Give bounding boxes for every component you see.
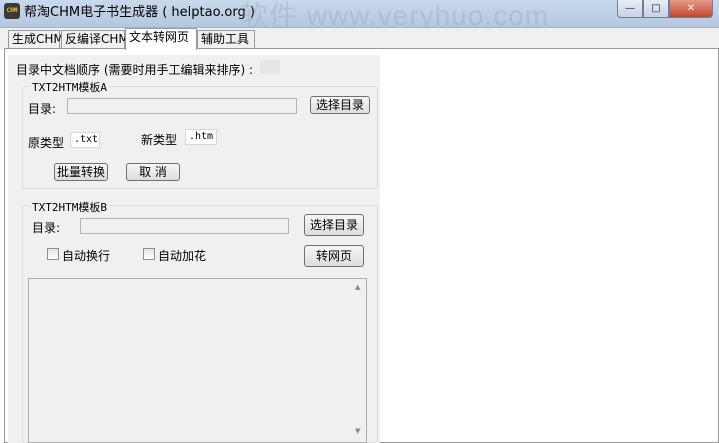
order-indicator bbox=[260, 60, 280, 74]
template-b-choose-dir-button[interactable]: 选择目录 bbox=[304, 214, 364, 236]
close-button[interactable]: ✕ bbox=[669, 0, 713, 18]
order-label: 目录中文档顺序 (需要时用手工编辑来排序) : bbox=[16, 63, 254, 77]
title-bar: CHM 帮淘CHM电子书生成器 ( helptao.org ) 软件 www.v… bbox=[0, 0, 719, 31]
tab-tools[interactable]: 辅助工具 bbox=[197, 30, 255, 49]
tab-generate-chm[interactable]: 生成CHM bbox=[8, 30, 64, 49]
cancel-button[interactable]: 取 消 bbox=[126, 163, 180, 181]
text-output-area[interactable] bbox=[28, 278, 367, 443]
template-a-dir-input[interactable] bbox=[67, 98, 297, 114]
maximize-button[interactable]: □ bbox=[643, 0, 669, 18]
source-type-input[interactable]: .txt bbox=[70, 132, 100, 148]
tab-bar: 生成CHM 反编译CHM 文本转网页 辅助工具 bbox=[0, 28, 719, 50]
auto-wrap-checkbox[interactable] bbox=[47, 248, 59, 260]
batch-convert-button[interactable]: 批量转换 bbox=[54, 163, 108, 181]
window-controls: — □ ✕ bbox=[617, 0, 713, 18]
vertical-scrollbar[interactable]: ▲ ▼ bbox=[351, 279, 366, 442]
template-b-dir-label: 目录: bbox=[32, 221, 61, 235]
auto-wrap-label: 自动换行 bbox=[62, 249, 111, 263]
template-a-choose-dir-button[interactable]: 选择目录 bbox=[310, 96, 370, 114]
convert-to-web-button[interactable]: 转网页 bbox=[304, 245, 364, 267]
template-b-dir-input[interactable] bbox=[80, 218, 289, 234]
app-icon: CHM bbox=[4, 3, 20, 19]
tab-text-to-web[interactable]: 文本转网页 bbox=[125, 28, 197, 50]
auto-flower-label: 自动加花 bbox=[158, 249, 207, 263]
minimize-icon: — bbox=[625, 3, 635, 14]
maximize-icon: □ bbox=[651, 3, 661, 14]
template-a-title: TXT2HTM模板A bbox=[30, 79, 109, 95]
auto-flower-checkbox[interactable] bbox=[143, 248, 155, 260]
template-a-dir-label: 目录: bbox=[28, 102, 57, 116]
minimize-button[interactable]: — bbox=[617, 0, 643, 18]
new-type-label: 新类型 bbox=[141, 133, 178, 147]
window-title: 帮淘CHM电子书生成器 ( helptao.org ) bbox=[24, 5, 255, 20]
scroll-down-icon[interactable]: ▼ bbox=[355, 427, 360, 435]
new-type-input[interactable]: .htm bbox=[185, 129, 217, 145]
source-type-label: 原类型 bbox=[28, 136, 65, 150]
template-b-title: TXT2HTM模板B bbox=[30, 199, 109, 215]
scroll-up-icon[interactable]: ▲ bbox=[355, 283, 360, 291]
close-icon: ✕ bbox=[686, 3, 696, 14]
tab-decompile-chm[interactable]: 反编译CHM bbox=[61, 30, 129, 49]
